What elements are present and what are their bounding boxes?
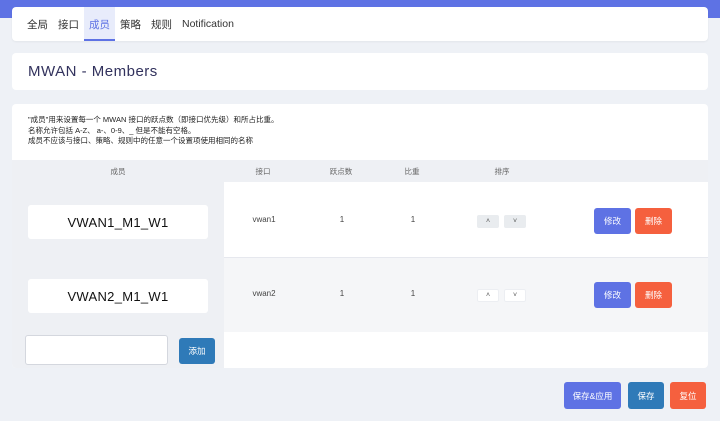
column-header-metric: 跃点数 [329, 167, 353, 176]
page-title-card: MWAN - Members [12, 53, 708, 90]
delete-button[interactable]: 删除 [635, 208, 672, 234]
chevron-up-icon: ˄ [485, 218, 491, 225]
column-header-sort: 排序 [494, 167, 510, 176]
new-member-name-input[interactable] [25, 335, 168, 365]
members-section: "成员"用来设置每一个 MWAN 接口的跃点数（即接口优先级）和所占比重。 名称… [12, 104, 708, 368]
member-metric: 1 [339, 289, 345, 298]
move-up-button[interactable]: ˄ [477, 215, 499, 228]
move-down-button[interactable]: ˅ [504, 215, 526, 228]
column-header-member: 成员 [110, 167, 126, 176]
move-down-button[interactable]: ˅ [504, 289, 526, 302]
chevron-up-icon: ˄ [485, 292, 491, 299]
table-header: 成员 接口 跃点数 比重 排序 [12, 160, 708, 182]
tab-members[interactable]: 成员 [84, 7, 115, 41]
tab-rules[interactable]: 规则 [146, 7, 177, 41]
column-header-weight: 比重 [404, 167, 420, 176]
tab-interfaces[interactable]: 接口 [53, 7, 84, 41]
member-name: VWAN1_M1_W1 [28, 205, 208, 239]
description: "成员"用来设置每一个 MWAN 接口的跃点数（即接口优先级）和所占比重。 名称… [28, 115, 278, 147]
move-up-button[interactable]: ˄ [477, 289, 499, 302]
chevron-down-icon: ˅ [512, 218, 518, 225]
delete-button[interactable]: 删除 [635, 282, 672, 308]
description-line: 成员不应该与接口、策略、规则中的任意一个设置项使用相同的名称 [28, 136, 253, 145]
tab-global[interactable]: 全局 [22, 7, 53, 41]
edit-button[interactable]: 修改 [594, 282, 631, 308]
member-metric: 1 [339, 215, 345, 224]
reset-button[interactable]: 复位 [670, 382, 706, 409]
tab-notification[interactable]: Notification [177, 7, 239, 41]
table-row: VWAN1_M1_W1 vwan1 1 1 ˄ ˅ 修改 删除 [12, 184, 708, 256]
column-header-interface: 接口 [255, 167, 271, 176]
chevron-down-icon: ˅ [512, 292, 518, 299]
description-line: "成员"用来设置每一个 MWAN 接口的跃点数（即接口优先级）和所占比重。 [28, 115, 279, 124]
add-button[interactable]: 添加 [179, 338, 215, 364]
tab-bar: 全局 接口 成员 策略 规则 Notification [12, 7, 708, 41]
save-apply-button[interactable]: 保存&应用 [564, 382, 621, 409]
page-title: MWAN - Members [28, 63, 158, 80]
tab-policies[interactable]: 策略 [115, 7, 146, 41]
member-weight: 1 [410, 215, 416, 224]
member-interface: vwan2 [252, 289, 276, 298]
member-name: VWAN2_M1_W1 [28, 279, 208, 313]
table-row: VWAN2_M1_W1 vwan2 1 1 ˄ ˅ 修改 删除 [12, 258, 708, 330]
edit-button[interactable]: 修改 [594, 208, 631, 234]
description-line: 名称允许包括 A-Z、 a-、0-9、_ 但是不能有空格。 [28, 125, 196, 135]
member-interface: vwan1 [252, 215, 276, 224]
member-weight: 1 [410, 289, 416, 298]
save-button[interactable]: 保存 [628, 382, 664, 409]
